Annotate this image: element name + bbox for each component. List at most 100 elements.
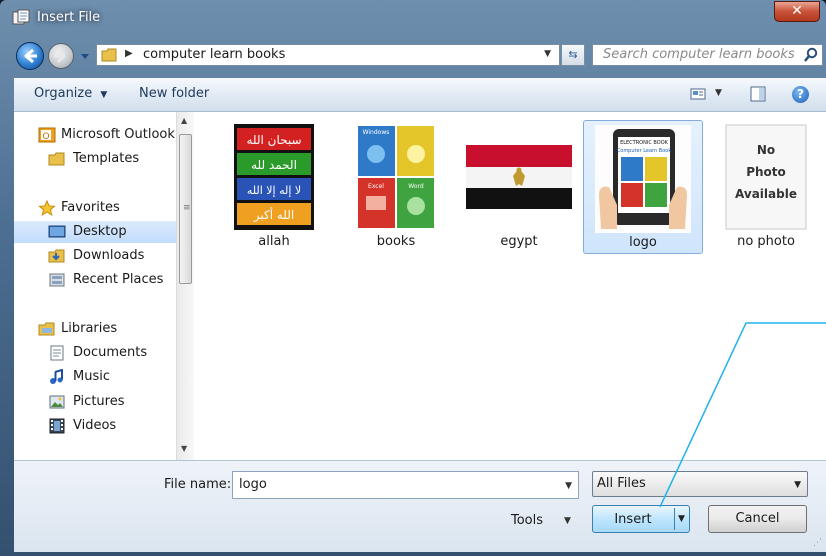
refresh-button[interactable]: ⇆ bbox=[561, 44, 585, 66]
allah-thumb-line-3: لا إله إلا الله bbox=[247, 184, 301, 197]
sidebar-item-videos[interactable]: Videos bbox=[14, 415, 176, 437]
navigation-scrollbar[interactable]: ▲ ≡ ▼ bbox=[176, 112, 194, 460]
close-button[interactable]: ✕ bbox=[774, 1, 820, 22]
logo-book-title: ELECTRONIC BOOK bbox=[620, 140, 669, 146]
file-name: allah bbox=[258, 234, 290, 249]
sidebar-item-music[interactable]: Music bbox=[14, 366, 176, 388]
sidebar-item-microsoft-outlook[interactable]: O Microsoft Outlook bbox=[14, 124, 176, 146]
books-tile-word: Word bbox=[408, 183, 424, 190]
file-item-books[interactable]: Windows Excel Word books bbox=[336, 120, 456, 254]
search-input[interactable]: Search computer learn books bbox=[603, 47, 795, 62]
file-type-select[interactable]: All Files ▼ bbox=[592, 471, 808, 497]
change-view-icon[interactable] bbox=[690, 87, 706, 101]
chevron-down-icon: ▼ bbox=[100, 90, 108, 100]
sidebar-item-recent-places[interactable]: Recent Places bbox=[14, 269, 176, 291]
recent-locations-dropdown-icon[interactable] bbox=[78, 49, 92, 63]
address-dropdown-icon[interactable]: ▼ bbox=[544, 49, 551, 59]
dialog-footer: File name: logo ▼ All Files ▼ Tools ▼ In… bbox=[14, 460, 826, 552]
svg-text:No: No bbox=[757, 143, 775, 157]
sidebar-item-documents[interactable]: Documents bbox=[14, 342, 176, 364]
file-type-value: All Files bbox=[597, 476, 646, 491]
cancel-button[interactable]: Cancel bbox=[708, 505, 807, 533]
sidebar-item-favorites[interactable]: Favorites bbox=[14, 197, 176, 219]
sidebar-item-libraries[interactable]: Libraries bbox=[14, 318, 176, 340]
sidebar-item-pictures[interactable]: Pictures bbox=[14, 391, 176, 413]
help-icon[interactable]: ? bbox=[792, 86, 809, 103]
allah-thumb-line-4: الله أكبر bbox=[253, 207, 295, 223]
folder-icon bbox=[101, 48, 117, 62]
no-photo-thumbnail: No Photo Available bbox=[725, 124, 807, 230]
forward-arrow-icon bbox=[54, 48, 67, 64]
file-name-field[interactable]: logo ▼ bbox=[232, 471, 579, 499]
file-item-logo[interactable]: ELECTRONIC BOOK Computer Learn Book logo bbox=[583, 120, 703, 254]
desktop-icon bbox=[48, 225, 66, 238]
sidebar-item-label: Templates bbox=[73, 151, 140, 166]
scroll-thumb[interactable]: ≡ bbox=[179, 134, 192, 284]
tools-dropdown-icon[interactable]: ▼ bbox=[564, 516, 571, 526]
svg-text:Photo: Photo bbox=[746, 165, 786, 179]
sidebar-item-label: Favorites bbox=[61, 200, 120, 215]
file-name: no photo bbox=[737, 234, 795, 249]
insert-file-icon bbox=[12, 9, 30, 25]
dialog-title: Insert File bbox=[37, 10, 101, 25]
sidebar-item-label: Documents bbox=[73, 345, 148, 360]
sidebar-item-desktop[interactable]: Desktop bbox=[14, 221, 176, 243]
scroll-down-icon[interactable]: ▼ bbox=[181, 444, 187, 453]
command-toolbar: Organize ▼ New folder ▼ ? bbox=[14, 78, 826, 112]
recent-places-icon bbox=[49, 273, 65, 287]
star-icon bbox=[38, 200, 56, 216]
pictures-icon bbox=[49, 395, 65, 409]
file-name: logo bbox=[629, 235, 657, 250]
file-item-egypt[interactable]: egypt bbox=[459, 120, 579, 254]
documents-icon bbox=[50, 345, 64, 361]
search-icon[interactable] bbox=[802, 47, 820, 63]
allah-thumb-line-2: الحمد لله bbox=[251, 158, 297, 172]
back-arrow-icon bbox=[24, 48, 37, 64]
resize-grip-icon[interactable]: ⋰ bbox=[813, 538, 822, 548]
books-thumbnail: Windows Excel Word bbox=[356, 124, 436, 230]
books-tile-windows: Windows bbox=[363, 129, 390, 136]
view-options-dropdown-icon[interactable]: ▼ bbox=[715, 88, 722, 98]
file-name-dropdown-icon[interactable]: ▼ bbox=[565, 481, 572, 491]
back-button[interactable] bbox=[16, 42, 44, 70]
file-name-label: File name: bbox=[164, 477, 232, 492]
refresh-icon: ⇆ bbox=[568, 48, 578, 61]
sidebar-item-downloads[interactable]: Downloads bbox=[14, 245, 176, 267]
sidebar-item-label: Desktop bbox=[73, 224, 127, 239]
insert-options-dropdown-icon[interactable]: ▼ bbox=[678, 514, 685, 524]
preview-pane-icon[interactable] bbox=[750, 86, 766, 102]
books-tile-excel: Excel bbox=[368, 183, 384, 190]
outlook-icon: O bbox=[38, 127, 56, 143]
chevron-down-icon: ▼ bbox=[794, 480, 801, 490]
address-bar[interactable]: ▶ computer learn books ▼ bbox=[96, 44, 560, 66]
organize-label: Organize bbox=[34, 86, 93, 101]
navigation-pane: O Microsoft Outlook Templates Favorites bbox=[14, 112, 176, 460]
music-icon bbox=[50, 369, 63, 384]
tools-button[interactable]: Tools bbox=[511, 513, 543, 528]
organize-button[interactable]: Organize ▼ bbox=[34, 86, 107, 101]
file-name-value[interactable]: logo bbox=[239, 477, 267, 492]
sidebar-item-label: Pictures bbox=[73, 394, 125, 409]
sidebar-item-label: Microsoft Outlook bbox=[61, 127, 175, 142]
breadcrumb[interactable]: computer learn books bbox=[143, 47, 285, 62]
title-bar[interactable]: Insert File ✕ bbox=[0, 0, 826, 36]
search-box[interactable]: Search computer learn books bbox=[592, 44, 823, 66]
sidebar-item-templates[interactable]: Templates bbox=[14, 148, 176, 170]
navigation-bar: ▶ computer learn books ▼ ⇆ Search comput… bbox=[0, 38, 826, 72]
insert-label: Insert bbox=[614, 512, 652, 527]
file-item-no-photo[interactable]: No Photo Available no photo bbox=[706, 120, 826, 254]
new-folder-button[interactable]: New folder bbox=[139, 86, 209, 101]
logo-book-subtitle: Computer Learn Book bbox=[617, 148, 672, 154]
downloads-icon bbox=[48, 249, 65, 263]
file-item-allah[interactable]: سبحان الله الحمد لله لا إله إلا الله الل… bbox=[214, 120, 334, 254]
file-name: egypt bbox=[500, 234, 538, 249]
sidebar-item-label: Videos bbox=[73, 418, 117, 433]
file-list: سبحان الله الحمد لله لا إله إلا الله الل… bbox=[195, 112, 826, 460]
allah-thumb-line-1: سبحان الله bbox=[246, 133, 301, 147]
sidebar-item-label: Downloads bbox=[73, 248, 145, 263]
svg-text:O: O bbox=[42, 132, 49, 142]
sidebar-item-label: Recent Places bbox=[73, 272, 164, 287]
forward-button[interactable] bbox=[48, 43, 74, 69]
scroll-up-icon[interactable]: ▲ bbox=[181, 116, 187, 125]
insert-button[interactable]: Insert ▼ bbox=[592, 505, 690, 533]
